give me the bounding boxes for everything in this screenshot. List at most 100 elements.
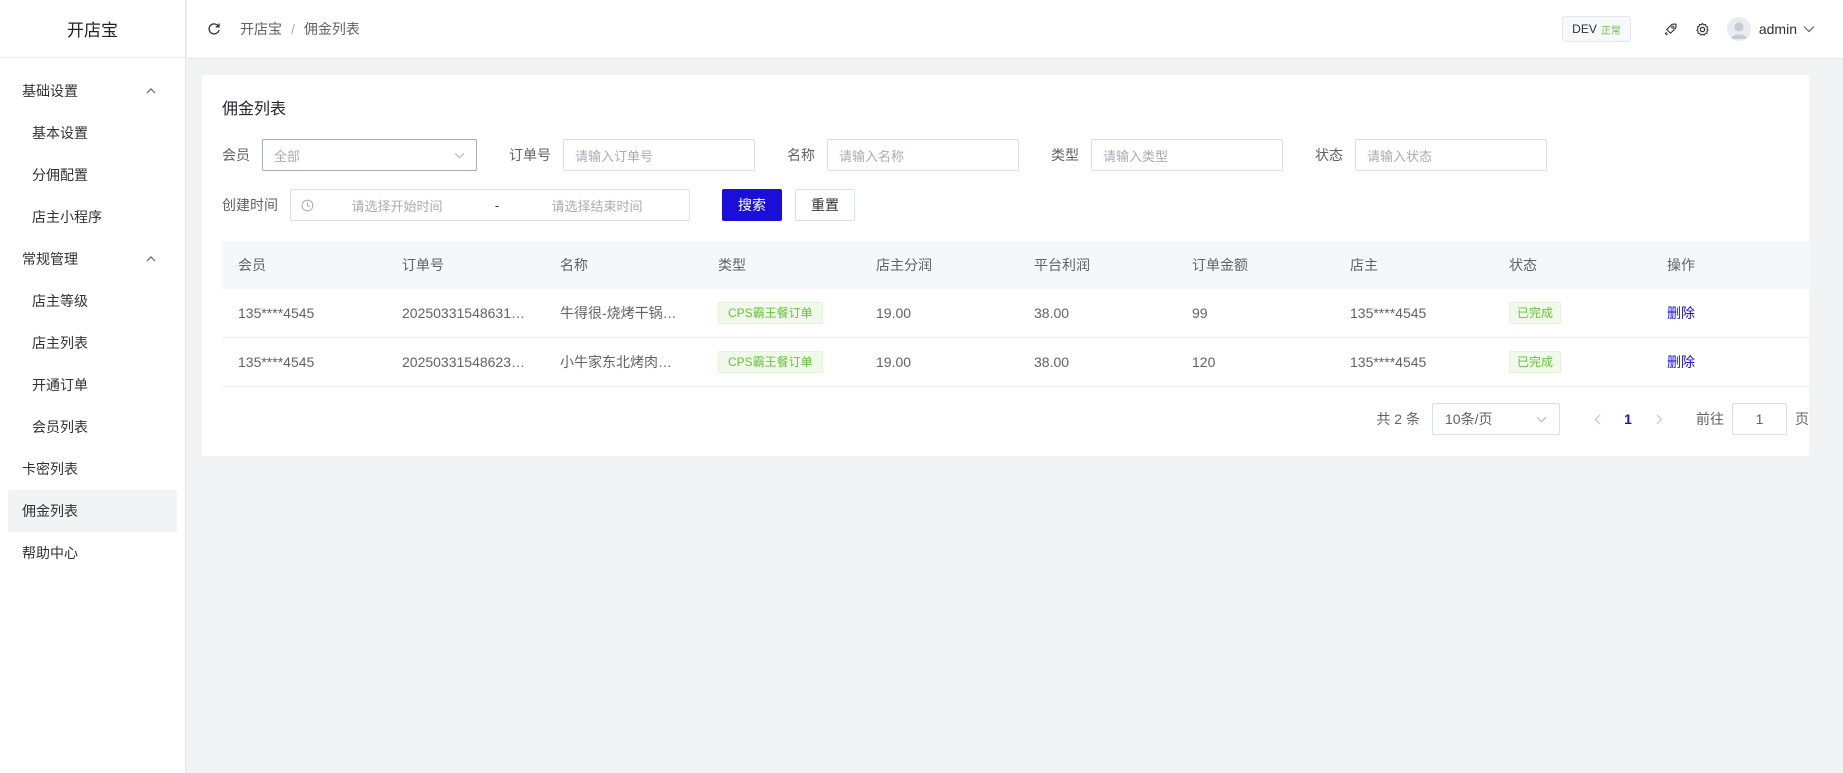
page-size-select[interactable]: 10条/页 — [1432, 403, 1560, 435]
cell-type: CPS霸王餐订单 — [702, 351, 860, 373]
pagination: 共 2 条 10条/页 1 前往 1 页 — [1376, 403, 1809, 435]
sidebar-item-card-list[interactable]: 卡密列表 — [0, 448, 185, 490]
cell-owner: 135****4545 — [1350, 354, 1427, 370]
sidebar-item-member-list[interactable]: 会员列表 — [0, 406, 185, 448]
cell-order-no: 20250331548631… — [402, 305, 526, 321]
goto-label: 前往 — [1696, 411, 1724, 427]
search-button[interactable]: 搜索 — [722, 189, 782, 221]
column-header: 类型 — [718, 257, 746, 273]
column-header: 会员 — [238, 257, 266, 273]
breadcrumb-root[interactable]: 开店宝 — [240, 19, 282, 39]
env-label: DEV — [1572, 22, 1597, 36]
column-header: 店主分润 — [876, 257, 932, 273]
sidebar-item-open-orders[interactable]: 开通订单 — [0, 364, 185, 406]
filter-member-label: 会员 — [222, 147, 250, 163]
next-page-button[interactable] — [1644, 404, 1674, 434]
env-status: 正常 — [1600, 25, 1621, 37]
page-number-current[interactable]: 1 — [1612, 404, 1644, 434]
date-range-separator: - — [494, 197, 500, 213]
cell-action: 删除 — [1651, 352, 1809, 372]
cell-member: 135****4545 — [238, 354, 315, 370]
page-unit-label: 页 — [1795, 411, 1809, 427]
delete-button[interactable]: 删除 — [1667, 305, 1695, 321]
user-menu[interactable]: admin — [1726, 17, 1815, 41]
cell-owner-share: 19.00 — [876, 305, 912, 321]
sidebar-item-owner-list[interactable]: 店主列表 — [0, 322, 185, 364]
filter-name: 名称 请输入名称 — [787, 139, 1019, 171]
menu-group-basic-settings[interactable]: 基础设置 — [0, 70, 185, 112]
rocket-icon[interactable] — [1661, 19, 1681, 39]
column-header: 平台利润 — [1034, 257, 1090, 273]
cell-amount: 120 — [1192, 354, 1216, 370]
pagination-total: 共 2 条 — [1376, 411, 1420, 427]
type-tag: CPS霸王餐订单 — [718, 351, 823, 373]
filter-order-no-label: 订单号 — [509, 147, 551, 163]
cell-name: 牛得很-烧烤干锅… — [560, 305, 677, 321]
cell-name: 小牛家东北烤肉… — [560, 354, 672, 370]
prev-page-button[interactable] — [1582, 404, 1612, 434]
goto-page-input[interactable]: 1 — [1732, 403, 1787, 435]
filter-name-label: 名称 — [787, 147, 815, 163]
column-header: 名称 — [560, 257, 588, 273]
sidebar-item-owner-miniprogram[interactable]: 店主小程序 — [0, 196, 185, 238]
page-title: 佣金列表 — [222, 101, 287, 118]
breadcrumb-current: 佣金列表 — [303, 21, 360, 37]
name-input[interactable]: 请输入名称 — [827, 139, 1019, 171]
column-header: 订单金额 — [1192, 257, 1248, 273]
cell-order-no: 20250331548623… — [402, 354, 526, 370]
filter-status-label: 状态 — [1315, 147, 1343, 163]
page-size-value: 10条/页 — [1445, 411, 1493, 427]
cell-platform-profit: 38.00 — [1034, 354, 1070, 370]
chevron-down-icon — [1803, 25, 1815, 33]
table-header: 会员 订单号 名称 类型 店主分润 平台利润 订单金额 店主 状态 操作 — [222, 241, 1809, 289]
sidebar-item-commission-config[interactable]: 分佣配置 — [0, 154, 185, 196]
column-header: 订单号 — [402, 257, 444, 273]
filter-row-2: 创建时间 请选择开始时间 - 请选择结束时间 搜索 重置 — [222, 189, 855, 221]
app-logo: 开店宝 — [0, 0, 185, 58]
delete-button[interactable]: 删除 — [1667, 354, 1695, 370]
type-tag: CPS霸王餐订单 — [718, 302, 823, 324]
member-select[interactable]: 全部 — [262, 139, 477, 171]
column-header: 店主 — [1350, 257, 1378, 273]
filter-row-1: 会员 全部 订单号 请输入订单号 名称 请输入名称 类型 请输入类型 状态 请输… — [222, 139, 1547, 171]
sidebar-menu: 基础设置 基本设置 分佣配置 店主小程序 常规管理 店主等级 店主列表 开通订单… — [0, 58, 185, 574]
sidebar-item-commission-list[interactable]: 佣金列表 — [8, 490, 177, 532]
date-start-input[interactable]: 请选择开始时间 — [322, 196, 472, 215]
sidebar-item-basic-settings[interactable]: 基本设置 — [0, 112, 185, 154]
cell-amount: 99 — [1192, 305, 1208, 321]
filter-created-time: 创建时间 请选择开始时间 - 请选择结束时间 — [222, 189, 690, 221]
refresh-icon[interactable] — [204, 19, 224, 39]
sidebar: 开店宝 基础设置 基本设置 分佣配置 店主小程序 常规管理 店主等级 店主列表 … — [0, 0, 186, 773]
chevron-up-icon — [145, 253, 157, 265]
filter-order-no: 订单号 请输入订单号 — [509, 139, 755, 171]
cell-owner: 135****4545 — [1350, 305, 1427, 321]
cell-status: 已完成 — [1493, 351, 1651, 373]
clock-icon — [301, 199, 314, 212]
menu-group-general-management[interactable]: 常规管理 — [0, 238, 185, 280]
filter-type-label: 类型 — [1051, 147, 1079, 163]
sidebar-item-help-center[interactable]: 帮助中心 — [0, 532, 185, 574]
cell-owner-share: 19.00 — [876, 354, 912, 370]
cell-platform-profit: 38.00 — [1034, 305, 1070, 321]
reset-button[interactable]: 重置 — [795, 189, 855, 221]
order-no-input[interactable]: 请输入订单号 — [563, 139, 755, 171]
commission-table: 会员 订单号 名称 类型 店主分润 平台利润 订单金额 店主 状态 操作 135… — [222, 241, 1809, 387]
cell-status: 已完成 — [1493, 302, 1651, 324]
date-end-input[interactable]: 请选择结束时间 — [522, 196, 672, 215]
cell-type: CPS霸王餐订单 — [702, 302, 860, 324]
breadcrumb: 开店宝 / 佣金列表 — [240, 19, 360, 39]
date-range-picker[interactable]: 请选择开始时间 - 请选择结束时间 — [290, 189, 690, 221]
column-header: 操作 — [1667, 257, 1695, 273]
chevron-down-icon — [454, 152, 465, 159]
filter-status: 状态 请输入状态 — [1315, 139, 1547, 171]
type-input[interactable]: 请输入类型 — [1091, 139, 1283, 171]
chevron-up-icon — [145, 85, 157, 97]
sidebar-item-owner-levels[interactable]: 店主等级 — [0, 280, 185, 322]
table-row: 135****4545 20250331548631… 牛得很-烧烤干锅… CP… — [222, 289, 1809, 338]
breadcrumb-separator: / — [291, 21, 295, 37]
member-select-value: 全部 — [274, 148, 301, 164]
filter-type: 类型 请输入类型 — [1051, 139, 1283, 171]
gear-icon[interactable] — [1693, 19, 1713, 39]
table-row: 135****4545 20250331548623… 小牛家东北烤肉… CPS… — [222, 338, 1809, 387]
status-input[interactable]: 请输入状态 — [1355, 139, 1547, 171]
